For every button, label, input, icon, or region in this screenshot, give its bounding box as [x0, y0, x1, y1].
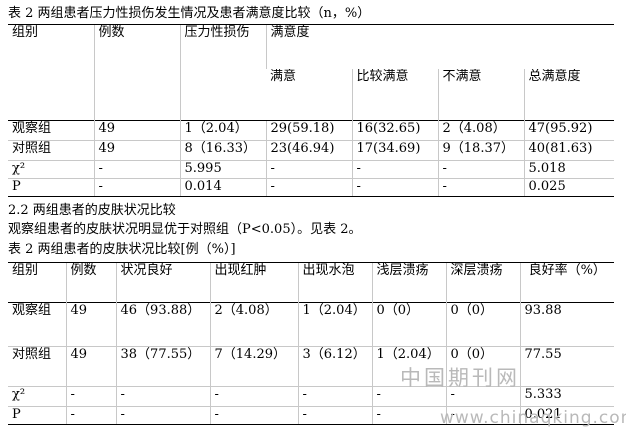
t2-cell: 49 [65, 302, 116, 347]
t1-cell: - [265, 178, 352, 197]
t1-header-satisfied: 满意 [270, 68, 297, 84]
t2-cell: - [65, 406, 116, 425]
t1-header-pressure: 压力性损伤 [179, 24, 266, 121]
table-row: 对照组 49 38（77.55） 7（14.29） 3（6.12） 1（2.04… [8, 346, 614, 387]
t1-header-satisfaction: 满意度 [265, 24, 615, 69]
t1-cell: 47(95.92) [523, 120, 615, 141]
t2-cell: 46（93.88） [115, 302, 210, 347]
section-heading: 2.2 两组患者的皮肤状况比较 [8, 203, 176, 218]
watermark-url: www.chinaqking.com [440, 408, 626, 428]
t1-cell: 40(81.63) [523, 140, 615, 161]
t1-cell: - [351, 160, 438, 179]
t2-cell: P [8, 406, 66, 425]
t2-cell: 对照组 [8, 346, 66, 387]
table-row: P - 0.014 - - - 0.025 [8, 178, 615, 197]
t2-header-blister: 出现水泡 [297, 262, 372, 303]
t2-cell: - [371, 406, 446, 425]
t2-cell: - [115, 406, 210, 425]
t2-cell: χ² [8, 386, 66, 407]
t1-cell: 8（16.33） [179, 140, 266, 161]
t1-cell: - [351, 178, 438, 197]
table1-caption: 表 2 两组患者压力性损伤发生情况及患者满意度比较（n，%） [8, 6, 371, 21]
table2-caption: 表 2 两组患者的皮肤状况比较[例（%）] [8, 242, 236, 257]
t1-cell: 观察组 [8, 120, 94, 141]
t1-cell: 17(34.69) [351, 140, 438, 161]
t2-cell: 2（4.08） [209, 302, 298, 347]
t1-cell: 29(59.18) [265, 120, 352, 141]
watermark-site-name: 中国期刊网 [400, 366, 520, 390]
t1-header-total-satisfaction: 总满意度 [523, 68, 615, 121]
section-paragraph: 观察组患者的皮肤状况明显优于对照组（P<0.05）。见表 2。 [8, 222, 362, 237]
t1-cell: - [437, 178, 524, 197]
t2-cell: 77.55 [519, 346, 614, 387]
t2-cell: 3（6.12） [297, 346, 372, 387]
t2-cell: - [297, 406, 372, 425]
t1-header-group: 组别 [8, 24, 94, 121]
t2-cell: 1（2.04） [297, 302, 372, 347]
t1-cell: - [265, 160, 352, 179]
t2-cell: 49 [65, 346, 116, 387]
t1-header-fairly-satisfied: 比较满意 [351, 68, 438, 121]
t1-cell: 49 [93, 120, 180, 141]
t2-header-deep-ulcer: 深层溃疡 [445, 262, 520, 303]
t2-cell: - [115, 386, 210, 407]
table2-skin-condition: 组别 例数 状况良好 出现红肿 出现水泡 浅层溃疡 深层溃疡 良好率（%） 观察… [8, 262, 614, 425]
t2-header-group: 组别 [8, 262, 66, 303]
t1-cell: 49 [93, 140, 180, 161]
table-row: 观察组 49 1（2.04） 29(59.18) 16(32.65) 2（4.0… [8, 120, 615, 141]
t1-cell: 9（18.37） [437, 140, 524, 161]
t1-cell: - [93, 160, 180, 179]
t2-header-superficial-ulcer: 浅层溃疡 [371, 262, 446, 303]
t1-header-unsatisfied: 不满意 [437, 68, 524, 121]
t2-cell: 93.88 [519, 302, 614, 347]
table-row: 观察组 49 46（93.88） 2（4.08） 1（2.04） 0（0） 0（… [8, 302, 614, 347]
t2-cell: 0（0） [445, 302, 520, 347]
table-row: χ² - 5.995 - - - 5.018 [8, 160, 615, 179]
t2-cell: 0（0） [371, 302, 446, 347]
t1-cell: - [437, 160, 524, 179]
t1-cell: χ² [8, 160, 94, 179]
t1-cell: 23(46.94) [265, 140, 352, 161]
t2-header-count: 例数 [65, 262, 116, 303]
t2-cell: 38（77.55） [115, 346, 210, 387]
t1-cell: 5.995 [179, 160, 266, 179]
t1-cell: 16(32.65) [351, 120, 438, 141]
t1-cell: - [93, 178, 180, 197]
t2-cell: - [209, 386, 298, 407]
t2-cell: - [65, 386, 116, 407]
t1-cell: 0.014 [179, 178, 266, 197]
t2-header-redness: 出现红肿 [209, 262, 298, 303]
table-row: χ² - - - - - - 5.333 [8, 386, 614, 407]
t2-cell: 观察组 [8, 302, 66, 347]
t1-header-count: 例数 [93, 24, 180, 121]
table1-pressure-injury-satisfaction: 组别 例数 压力性损伤 满意度 满意 比较满意 不满意 总满意度 观察组 49 … [8, 24, 615, 197]
table-row: 对照组 49 8（16.33） 23(46.94) 17(34.69) 9（18… [8, 140, 615, 161]
t1-cell: P [8, 178, 94, 197]
t1-cell: 2（4.08） [437, 120, 524, 141]
t2-header-good-rate: 良好率（%） [519, 262, 614, 303]
t1-cell: 对照组 [8, 140, 94, 161]
t2-cell: 5.333 [519, 386, 614, 407]
t2-cell: - [297, 386, 372, 407]
t1-cell: 1（2.04） [179, 120, 266, 141]
t2-cell: - [209, 406, 298, 425]
t2-header-good: 状况良好 [115, 262, 210, 303]
t1-cell: 5.018 [523, 160, 615, 179]
t2-cell: 7（14.29） [209, 346, 298, 387]
t1-cell: 0.025 [523, 178, 615, 197]
